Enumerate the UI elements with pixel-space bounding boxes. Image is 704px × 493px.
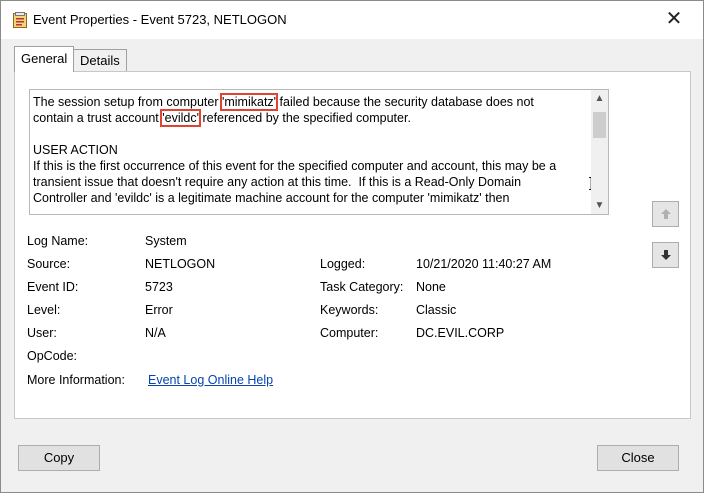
copy-button[interactable]: Copy bbox=[18, 445, 100, 471]
computer-label: Computer: bbox=[320, 326, 379, 340]
logged-label: Logged: bbox=[320, 257, 366, 271]
highlight-account-name: 'evildc' bbox=[160, 109, 201, 127]
previous-event-button[interactable] bbox=[652, 201, 679, 227]
tab-general[interactable]: General bbox=[14, 46, 75, 72]
user-value: N/A bbox=[145, 326, 166, 340]
scroll-up-icon[interactable]: ▲ bbox=[591, 90, 608, 107]
down-arrow-icon bbox=[660, 250, 671, 260]
opcode-label: OpCode: bbox=[27, 349, 78, 363]
event-id-label: Event ID: bbox=[27, 280, 79, 294]
next-event-button[interactable] bbox=[652, 242, 679, 268]
event-log-online-help-link[interactable]: Event Log Online Help bbox=[148, 373, 273, 387]
event-description-text: The session setup from computer 'mimikat… bbox=[33, 93, 585, 206]
title-bar: Event Properties - Event 5723, NETLOGON … bbox=[1, 1, 703, 39]
source-value: NETLOGON bbox=[145, 257, 216, 271]
user-label: User: bbox=[27, 326, 57, 340]
close-button[interactable]: Close bbox=[597, 445, 679, 471]
computer-value: DC.EVIL.CORP bbox=[416, 326, 505, 340]
logged-value: 10/21/2020 11:40:27 AM bbox=[416, 257, 552, 271]
event-viewer-icon bbox=[13, 12, 27, 28]
desc-rest: USER ACTION If this is the first occurre… bbox=[33, 143, 557, 205]
up-arrow-icon bbox=[660, 209, 671, 219]
event-properties-window: Event Properties - Event 5723, NETLOGON … bbox=[0, 0, 704, 493]
highlight-computer-name: 'mimikatz' bbox=[219, 93, 279, 111]
event-id-value: 5723 bbox=[145, 280, 173, 294]
source-label: Source: bbox=[27, 257, 71, 271]
close-window-button[interactable]: ✕ bbox=[663, 8, 685, 30]
more-information-label: More Information: bbox=[27, 373, 125, 387]
window-title: Event Properties - Event 5723, NETLOGON bbox=[33, 12, 287, 27]
scrollbar-thumb[interactable] bbox=[593, 112, 606, 138]
description-scrollbar[interactable]: ▲ ▼ bbox=[591, 90, 608, 214]
desc-line2-pre: contain a trust account bbox=[33, 111, 163, 125]
desc-line2-post: referenced by the specified computer. bbox=[198, 111, 411, 125]
log-name-value: System bbox=[145, 234, 187, 248]
desc-line1-pre: The session setup from computer bbox=[33, 95, 222, 109]
event-description-box[interactable]: The session setup from computer 'mimikat… bbox=[29, 89, 609, 215]
level-value: Error bbox=[145, 303, 173, 317]
task-category-value: None bbox=[416, 280, 446, 294]
task-category-label: Task Category: bbox=[320, 280, 404, 294]
keywords-value: Classic bbox=[416, 303, 457, 317]
tab-details[interactable]: Details bbox=[73, 49, 127, 71]
scroll-down-icon[interactable]: ▼ bbox=[591, 197, 608, 214]
log-name-label: Log Name: bbox=[27, 234, 89, 248]
keywords-label: Keywords: bbox=[320, 303, 379, 317]
desc-line1-post: failed because the security database doe… bbox=[276, 95, 534, 109]
level-label: Level: bbox=[27, 303, 61, 317]
general-panel: The session setup from computer 'mimikat… bbox=[14, 71, 691, 419]
